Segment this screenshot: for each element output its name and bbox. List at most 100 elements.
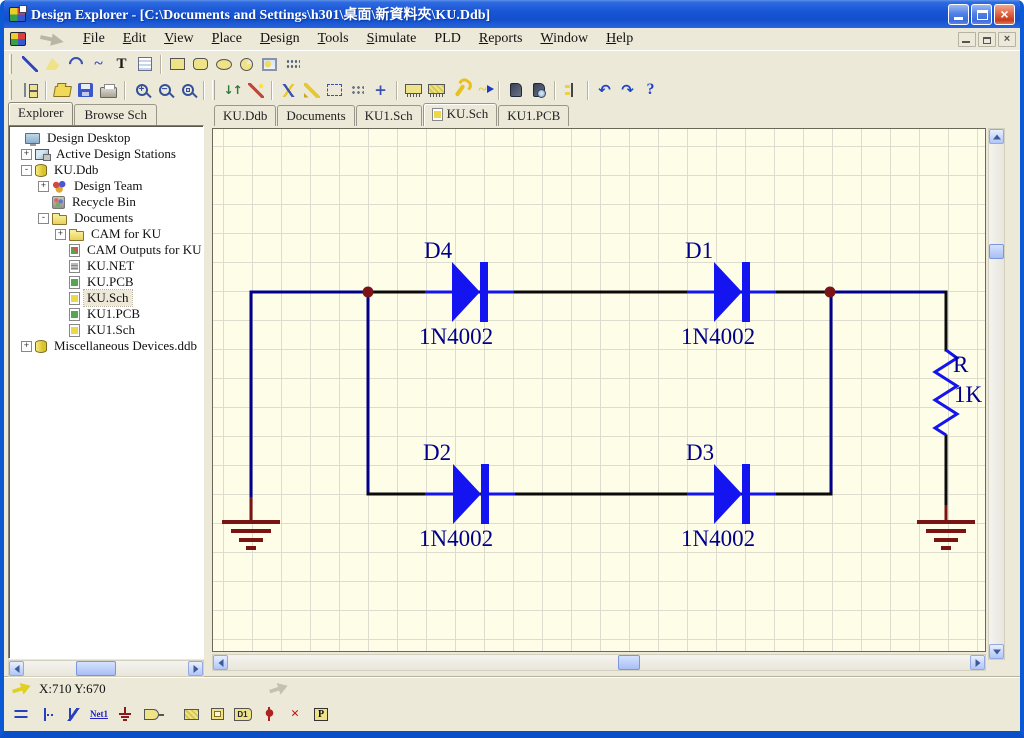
library-button[interactable] [504, 79, 527, 101]
tab-explorer[interactable]: Explorer [8, 102, 73, 125]
place-power-port-button[interactable] [112, 702, 138, 726]
zoom-in-button[interactable]: + [130, 79, 153, 101]
diode-d4[interactable]: D4 1N4002 [419, 238, 514, 349]
doc-tab-ku1-sch[interactable]: KU1.Sch [356, 105, 422, 126]
array-paste-button[interactable] [281, 53, 304, 75]
design-manager-button[interactable] [18, 79, 41, 101]
mdi-close-button[interactable]: × [998, 32, 1016, 47]
tree-item-ku1-sch[interactable]: KU1.Sch [11, 322, 203, 338]
tree-item-design-desktop[interactable]: Design Desktop [11, 130, 203, 146]
text-frame-tool-button[interactable] [133, 53, 156, 75]
toolbar-grip[interactable] [9, 54, 12, 74]
place-wire-button[interactable] [8, 702, 34, 726]
graphic-tool-button[interactable] [258, 53, 281, 75]
help-button[interactable]: ? [639, 79, 662, 101]
undo-button[interactable]: ↶ [593, 79, 616, 101]
place-part-button[interactable] [178, 702, 204, 726]
scroll-down-button[interactable] [989, 644, 1004, 659]
canvas-vertical-scrollbar[interactable] [988, 128, 1005, 660]
place-sheet-symbol-button[interactable] [204, 702, 230, 726]
doc-tab-ku1-pcb[interactable]: KU1.PCB [498, 105, 569, 126]
place-net-label-button[interactable]: Net1 [86, 702, 112, 726]
menu-reports[interactable]: Reports [470, 29, 532, 49]
tree-item-ku-ddb[interactable]: - KU.Ddb [11, 162, 203, 178]
scroll-left-button[interactable] [213, 655, 228, 670]
menu-file[interactable]: File [74, 29, 114, 49]
bezier-tool-button[interactable]: ~ [87, 53, 110, 75]
resistor-r[interactable]: R 1K [935, 350, 983, 435]
place-junction-button[interactable] [256, 702, 282, 726]
diode-d1[interactable]: D1 1N4002 [681, 238, 776, 349]
place-sheet-entry-button[interactable]: D1 [230, 702, 256, 726]
tree-item-cam-outputs-for-ku[interactable]: CAM Outputs for KU [11, 242, 203, 258]
ground-symbol-right[interactable] [917, 505, 975, 550]
tree-item-recycle-bin[interactable]: Recycle Bin [11, 194, 203, 210]
save-button[interactable] [74, 79, 97, 101]
place-gate-button[interactable] [138, 702, 164, 726]
tree-expand-box[interactable]: + [38, 181, 49, 192]
tree-expand-box[interactable]: - [38, 213, 49, 224]
zoom-out-button[interactable]: − [153, 79, 176, 101]
component-button[interactable] [402, 79, 425, 101]
tree-item-cam-for-ku[interactable]: + CAM for KU [11, 226, 203, 242]
redo-button[interactable]: ↷ [616, 79, 639, 101]
toolbar-grip[interactable] [212, 80, 215, 100]
pencil-button[interactable] [300, 79, 323, 101]
tree-item-design-team[interactable]: + Design Team [11, 178, 203, 194]
run-simulation-button[interactable]: ~ [471, 79, 494, 101]
zoom-document-button[interactable] [176, 79, 199, 101]
doc-tab-documents[interactable]: Documents [277, 105, 354, 126]
line-tool-button[interactable] [18, 53, 41, 75]
ellipse-tool-button[interactable] [212, 53, 235, 75]
scroll-right-button[interactable] [970, 655, 985, 670]
tree-item-miscellaneous-devices-ddb[interactable]: + Miscellaneous Devices.ddb [11, 338, 203, 354]
menu-edit[interactable]: Edit [114, 29, 155, 49]
print-button[interactable] [97, 79, 120, 101]
tree-expand-box[interactable]: - [21, 165, 32, 176]
tree-item-ku-pcb[interactable]: KU.PCB [11, 274, 203, 290]
down-arrow-icon[interactable] [39, 30, 65, 48]
doc-tab-ku-ddb[interactable]: KU.Ddb [214, 105, 276, 126]
toolbar-grip[interactable] [9, 80, 12, 100]
rectangle-tool-button[interactable] [166, 53, 189, 75]
wand-button[interactable] [244, 79, 267, 101]
tree-item-active-design-stations[interactable]: + Active Design Stations [11, 146, 203, 162]
place-bus-button[interactable] [34, 702, 60, 726]
diode-d2[interactable]: D2 1N4002 [419, 440, 515, 551]
scatter-button[interactable] [346, 79, 369, 101]
tree-item-ku-net[interactable]: KU.NET [11, 258, 203, 274]
component-outline-button[interactable] [425, 79, 448, 101]
move-button[interactable]: + [369, 79, 392, 101]
tree-expand-box[interactable]: + [21, 149, 32, 160]
menu-help[interactable]: Help [597, 29, 642, 49]
select-area-button[interactable] [323, 79, 346, 101]
scrollbar-thumb[interactable] [618, 655, 640, 670]
panel-horizontal-scrollbar[interactable] [8, 660, 204, 677]
ground-symbol-left[interactable] [222, 497, 280, 550]
scroll-up-button[interactable] [989, 129, 1004, 144]
scrollbar-thumb[interactable] [989, 244, 1004, 259]
tab-browse-sch[interactable]: Browse Sch [74, 104, 156, 125]
menu-place[interactable]: Place [203, 29, 251, 49]
diode-d3[interactable]: D3 1N4002 [681, 440, 776, 551]
tree-item-ku1-pcb[interactable]: KU1.PCB [11, 306, 203, 322]
tree-expand-box[interactable]: + [21, 341, 32, 352]
scrollbar-thumb[interactable] [76, 661, 116, 676]
pie-tool-button[interactable] [235, 53, 258, 75]
maximize-button[interactable] [971, 4, 992, 25]
scroll-right-button[interactable] [188, 661, 203, 676]
menu-pld[interactable]: PLD [425, 29, 469, 49]
tree-expand-box[interactable]: + [55, 229, 66, 240]
menu-simulate[interactable]: Simulate [358, 29, 426, 49]
close-button[interactable]: × [994, 4, 1015, 25]
mdi-minimize-button[interactable] [958, 32, 976, 47]
schematic-canvas[interactable]: D4 1N4002 D1 1N4002 [212, 128, 986, 652]
polygon-tool-button[interactable] [41, 53, 64, 75]
canvas-horizontal-scrollbar[interactable] [212, 654, 986, 671]
place-bus-entry-button[interactable] [60, 702, 86, 726]
scroll-left-button[interactable] [9, 661, 24, 676]
arc-tool-button[interactable] [64, 53, 87, 75]
no-erc-button[interactable]: × [282, 702, 308, 726]
open-button[interactable] [51, 79, 74, 101]
menu-design[interactable]: Design [251, 29, 309, 49]
